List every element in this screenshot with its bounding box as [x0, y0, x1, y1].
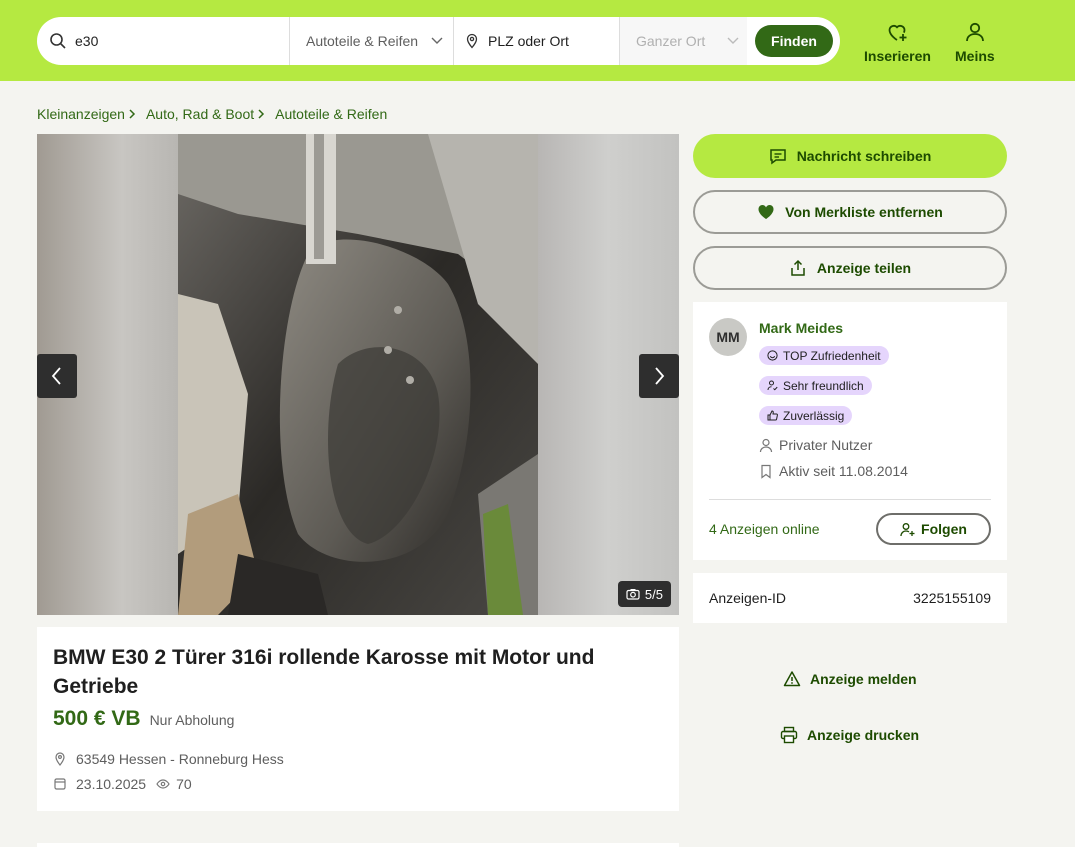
location-pin-icon [55, 752, 65, 766]
search-query-field[interactable] [37, 17, 290, 65]
badge-label: Zuverlässig [783, 408, 845, 423]
chevron-right-icon [655, 367, 665, 385]
account-button[interactable]: Meins [955, 20, 995, 64]
bookmark-icon [761, 464, 771, 479]
radius-select[interactable]: Ganzer Ort [620, 17, 747, 65]
breadcrumb-item[interactable]: Auto, Rad & Boot [146, 106, 265, 122]
image-counter-label: 5/5 [644, 586, 663, 602]
location-pin-icon [466, 33, 478, 49]
image-counter: 5/5 [617, 581, 671, 607]
breadcrumb-label: Autoteile & Reifen [275, 106, 388, 122]
badge-reliable[interactable]: Zuverlässig [759, 406, 853, 425]
divider [709, 499, 991, 500]
eye-icon [156, 779, 170, 789]
ad-id-label: Anzeigen-ID [709, 590, 787, 606]
listing-photo[interactable] [178, 134, 538, 615]
search-input[interactable] [75, 33, 275, 49]
radius-select-value: Ganzer Ort [636, 33, 706, 49]
category-select-value: Autoteile & Reifen [306, 33, 419, 49]
post-ad-label: Inserieren [864, 48, 931, 64]
ad-id-value: 3225155109 [913, 590, 991, 606]
seller-card: MM Mark Meides TOP Zufriedenheit Sehr fr… [693, 302, 1007, 560]
breadcrumb-label: Auto, Rad & Boot [145, 106, 255, 122]
price-row: 500 € VB Nur Abholung [53, 707, 663, 731]
find-button[interactable]: Finden [755, 25, 833, 57]
print-ad-label: Anzeige drucken [807, 727, 920, 743]
user-plus-icon [900, 522, 915, 536]
smiley-icon [767, 350, 778, 361]
breadcrumb-item[interactable]: Kleinanzeigen [37, 106, 136, 122]
avatar[interactable]: MM [709, 318, 747, 356]
remove-watchlist-button[interactable]: Von Merkliste entfernen [693, 190, 1007, 234]
ad-title: BMW E30 2 Türer 316i rollende Karosse mi… [53, 646, 595, 698]
ad-views: 70 [156, 776, 192, 792]
breadcrumb-label: Kleinanzeigen [37, 106, 125, 122]
heart-plus-icon [889, 24, 907, 41]
ad-details: BMW E30 2 Türer 316i rollende Karosse mi… [37, 627, 679, 811]
listing-photo-drawing [178, 134, 538, 615]
follow-button[interactable]: Folgen [876, 513, 991, 545]
user-icon [759, 438, 773, 452]
share-ad-button[interactable]: Anzeige teilen [693, 246, 1007, 290]
badge-top-satisfaction[interactable]: TOP Zufriedenheit [759, 346, 889, 365]
category-select[interactable]: Autoteile & Reifen [290, 17, 454, 65]
seller-active-since: Aktiv seit 11.08.2014 [759, 463, 908, 479]
gallery-next-button[interactable] [639, 354, 679, 398]
ad-location-row: 63549 Hessen - Ronneburg Hess [53, 751, 663, 767]
share-icon [791, 259, 805, 276]
breadcrumb-item[interactable]: Autoteile & Reifen [275, 106, 387, 122]
chevron-down-icon [727, 37, 739, 44]
write-message-label: Nachricht schreiben [796, 148, 932, 164]
seller-name[interactable]: Mark Meides [759, 320, 843, 336]
ad-location: 63549 Hessen - Ronneburg Hess [76, 751, 284, 767]
location-placeholder: PLZ oder Ort [488, 33, 569, 49]
seller-type: Privater Nutzer [759, 437, 872, 453]
badge-friendly[interactable]: Sehr freundlich [759, 376, 872, 395]
ad-price: 500 € VB [53, 707, 141, 730]
follow-label: Folgen [921, 521, 967, 537]
report-ad-label: Anzeige melden [810, 671, 917, 687]
warning-icon [783, 671, 801, 687]
location-field[interactable]: PLZ oder Ort [454, 17, 620, 65]
shipping-info: Nur Abholung [149, 712, 235, 728]
chevron-left-icon [51, 367, 61, 385]
top-header: Autoteile & Reifen PLZ oder Ort Ganzer O… [0, 0, 1075, 81]
share-ad-label: Anzeige teilen [816, 260, 912, 276]
seller-type-label: Privater Nutzer [779, 437, 873, 453]
search-bar: Autoteile & Reifen PLZ oder Ort Ganzer O… [37, 17, 840, 65]
ad-meta-row: 23.10.2025 70 [53, 776, 663, 792]
post-ad-button[interactable]: Inserieren [864, 20, 931, 64]
seller-active-label: Aktiv seit 11.08.2014 [779, 463, 908, 479]
ad-date: 23.10.2025 [76, 776, 147, 792]
message-icon [769, 149, 786, 165]
user-icon [965, 22, 984, 42]
remove-watchlist-label: Von Merkliste entfernen [785, 204, 943, 220]
badge-label: Sehr freundlich [783, 378, 864, 393]
search-icon [50, 33, 66, 49]
badge-label: TOP Zufriedenheit [783, 348, 881, 363]
account-label: Meins [955, 48, 995, 64]
print-ad-button[interactable]: Anzeige drucken [780, 726, 919, 744]
chevron-down-icon [431, 37, 443, 44]
ad-id-row: Anzeigen-ID 3225155109 [693, 573, 1007, 623]
image-gallery: 5/5 [37, 134, 679, 615]
calendar-icon [54, 778, 66, 790]
chevron-right-icon [258, 109, 265, 119]
seller-ads-online-link[interactable]: 4 Anzeigen online [709, 521, 820, 537]
chevron-right-icon [129, 109, 136, 119]
printer-icon [780, 726, 798, 744]
breadcrumb: Kleinanzeigen Auto, Rad & Boot Autoteile… [37, 106, 397, 122]
gallery-prev-button[interactable] [37, 354, 77, 398]
friendly-user-icon [767, 380, 778, 391]
thumbs-up-icon [767, 410, 778, 421]
heart-icon [758, 204, 774, 219]
next-section-edge [37, 843, 679, 847]
write-message-button[interactable]: Nachricht schreiben [693, 134, 1007, 178]
camera-icon [626, 589, 640, 600]
ad-views-count: 70 [176, 776, 192, 792]
report-ad-button[interactable]: Anzeige melden [783, 670, 917, 688]
